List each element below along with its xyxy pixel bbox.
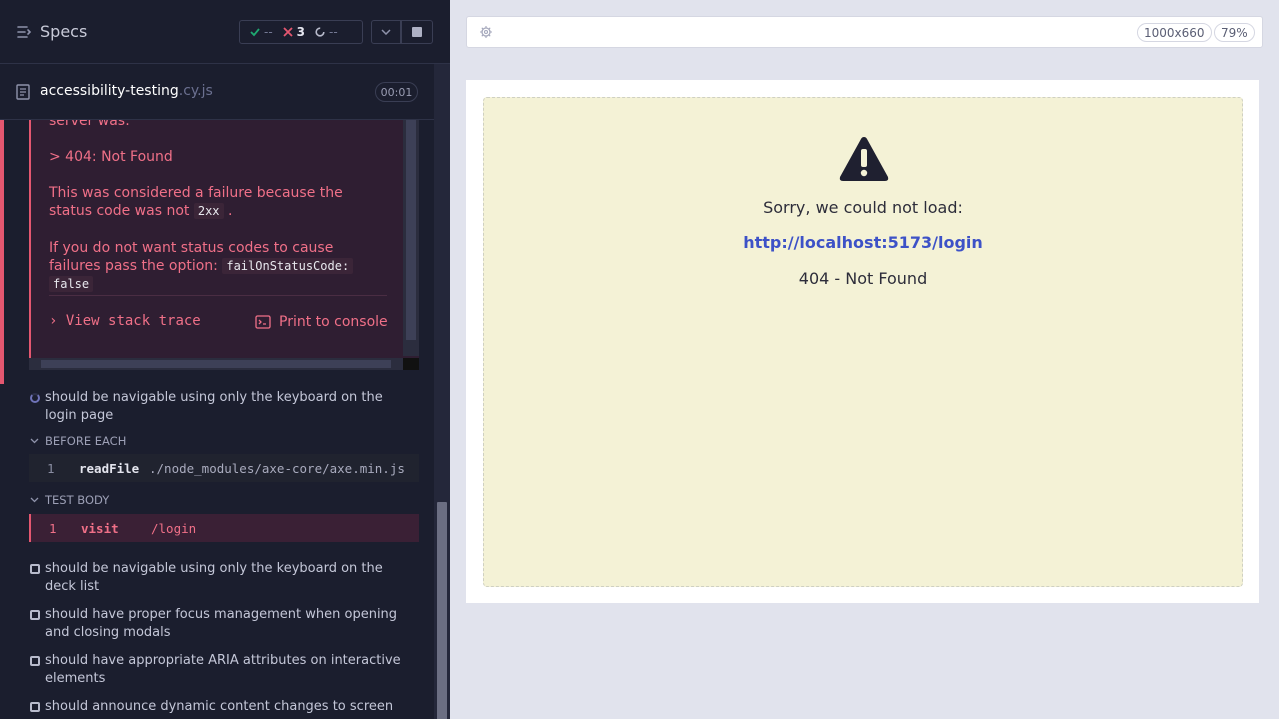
failed-url-link[interactable]: http://localhost:5173/login (484, 233, 1242, 252)
test-item[interactable]: should have proper focus management when… (30, 606, 410, 642)
test-item-running[interactable]: should be navigable using only the keybo… (30, 389, 410, 425)
command-name: visit (81, 520, 119, 536)
error-option-text: If you do not want status codes to cause… (49, 239, 361, 293)
error-status: 404 - Not Found (798, 269, 928, 288)
test-title: should be navigable using only the keybo… (45, 390, 383, 423)
aut-url-bar: 1000x660 79% (466, 16, 1263, 48)
error-message: Sorry, we could not load: (763, 198, 963, 217)
command-name: readFile (79, 460, 140, 476)
passed-stat: -- (250, 25, 273, 39)
chevron-right-icon: › (49, 313, 58, 329)
error-text-top: server was: (49, 120, 130, 129)
chevron-down-icon (30, 438, 39, 444)
command-log: server was: > 404: Not Found This was co… (0, 120, 434, 719)
chevron-down-icon (30, 497, 39, 503)
pending-status-icon (30, 656, 40, 666)
test-title: should announce dynamic content changes … (45, 699, 394, 714)
test-title: should be navigable using only the keybo… (45, 561, 383, 594)
stop-icon (412, 27, 422, 37)
duration-badge: 00:01 (375, 82, 418, 102)
view-stack-trace-label: View stack trace (65, 313, 201, 329)
error-horizontal-scrollbar[interactable] (29, 358, 403, 370)
x-icon (283, 27, 293, 37)
test-stats: -- 3 -- (239, 20, 363, 44)
viewport-size-badge[interactable]: 1000x660 (1137, 23, 1212, 42)
command-number: 1 (49, 520, 57, 536)
hook-label: TEST BODY (45, 493, 110, 507)
aut-iframe: Sorry, we could not load: http://localho… (466, 80, 1259, 603)
reporter-panel: Specs -- 3 -- accessibility-testing.cy.j… (0, 0, 450, 719)
command-number: 1 (47, 460, 55, 476)
command-arg: ./node_modules/axe-core/axe.min.js (149, 460, 405, 476)
document-icon (16, 84, 30, 100)
pending-stat: -- (315, 25, 338, 39)
error-hscroll-thumb[interactable] (41, 360, 391, 368)
spec-file-name[interactable]: accessibility-testing.cy.js (40, 83, 213, 99)
error-message-panel: server was: > 404: Not Found This was co… (29, 120, 419, 358)
spec-file-ext: .cy.js (178, 83, 213, 99)
failed-count: 3 (296, 25, 306, 39)
failed-test-indicator (0, 120, 4, 384)
failed-stat: 3 (283, 25, 305, 39)
reporter-header: Specs -- 3 -- (0, 0, 450, 64)
chevron-down-icon (381, 29, 391, 35)
option-code-2: false (49, 276, 94, 292)
terminal-icon (255, 315, 271, 329)
pending-status-icon (30, 610, 40, 620)
passed-count: -- (264, 25, 273, 39)
command-arg: /login (151, 520, 197, 536)
spec-file-bar: accessibility-testing.cy.js 00:01 (0, 64, 434, 120)
toggle-dropdown-button[interactable] (371, 20, 401, 44)
error-status-line: > 404: Not Found (49, 149, 173, 165)
pending-status-icon (30, 702, 40, 712)
option-code-1: failOnStatusCode: (222, 258, 354, 274)
test-item[interactable]: should have appropriate ARIA attributes … (30, 652, 410, 688)
zoom-badge[interactable]: 79% (1214, 23, 1255, 42)
load-error-page: Sorry, we could not load: http://localho… (483, 97, 1243, 587)
check-icon (250, 28, 260, 37)
reporter-scroll-thumb[interactable] (437, 502, 447, 719)
selector-playground-icon[interactable] (479, 25, 493, 39)
error-failure-text: This was considered a failure because th… (49, 185, 343, 219)
pending-status-icon (30, 564, 40, 574)
hook-label: BEFORE EACH (45, 434, 127, 448)
specs-title[interactable]: Specs (40, 22, 87, 41)
test-title: should have appropriate ARIA attributes … (45, 653, 401, 686)
print-to-console-button[interactable]: Print to console (255, 313, 388, 331)
spec-file-basename: accessibility-testing (40, 83, 179, 99)
view-stack-trace-button[interactable]: › View stack trace (49, 312, 201, 330)
test-title: should have proper focus management when… (45, 607, 398, 640)
warning-icon (839, 137, 889, 181)
test-item[interactable]: should be navigable using only the keybo… (30, 560, 410, 596)
stop-button[interactable] (401, 20, 433, 44)
error-vertical-scrollbar[interactable] (403, 120, 419, 356)
reporter-vertical-scrollbar[interactable] (434, 64, 450, 719)
hook-test-body[interactable]: TEST BODY (30, 493, 109, 507)
specs-list-icon[interactable] (16, 24, 32, 40)
spinner-icon (315, 27, 325, 37)
error-scroll-thumb[interactable] (406, 120, 416, 340)
status-code-inline: 2xx (193, 203, 224, 219)
hook-before-each[interactable]: BEFORE EACH (30, 434, 126, 448)
running-spinner-icon (30, 393, 40, 403)
print-to-console-label: Print to console (279, 314, 388, 330)
error-divider (49, 295, 387, 296)
command-row-visit[interactable]: 1 visit /login (29, 514, 419, 542)
test-item[interactable]: should announce dynamic content changes … (30, 698, 410, 716)
pending-count: -- (329, 25, 338, 39)
command-row-readfile[interactable]: 1 readFile ./node_modules/axe-core/axe.m… (29, 454, 419, 482)
scrollbar-corner (403, 358, 419, 370)
